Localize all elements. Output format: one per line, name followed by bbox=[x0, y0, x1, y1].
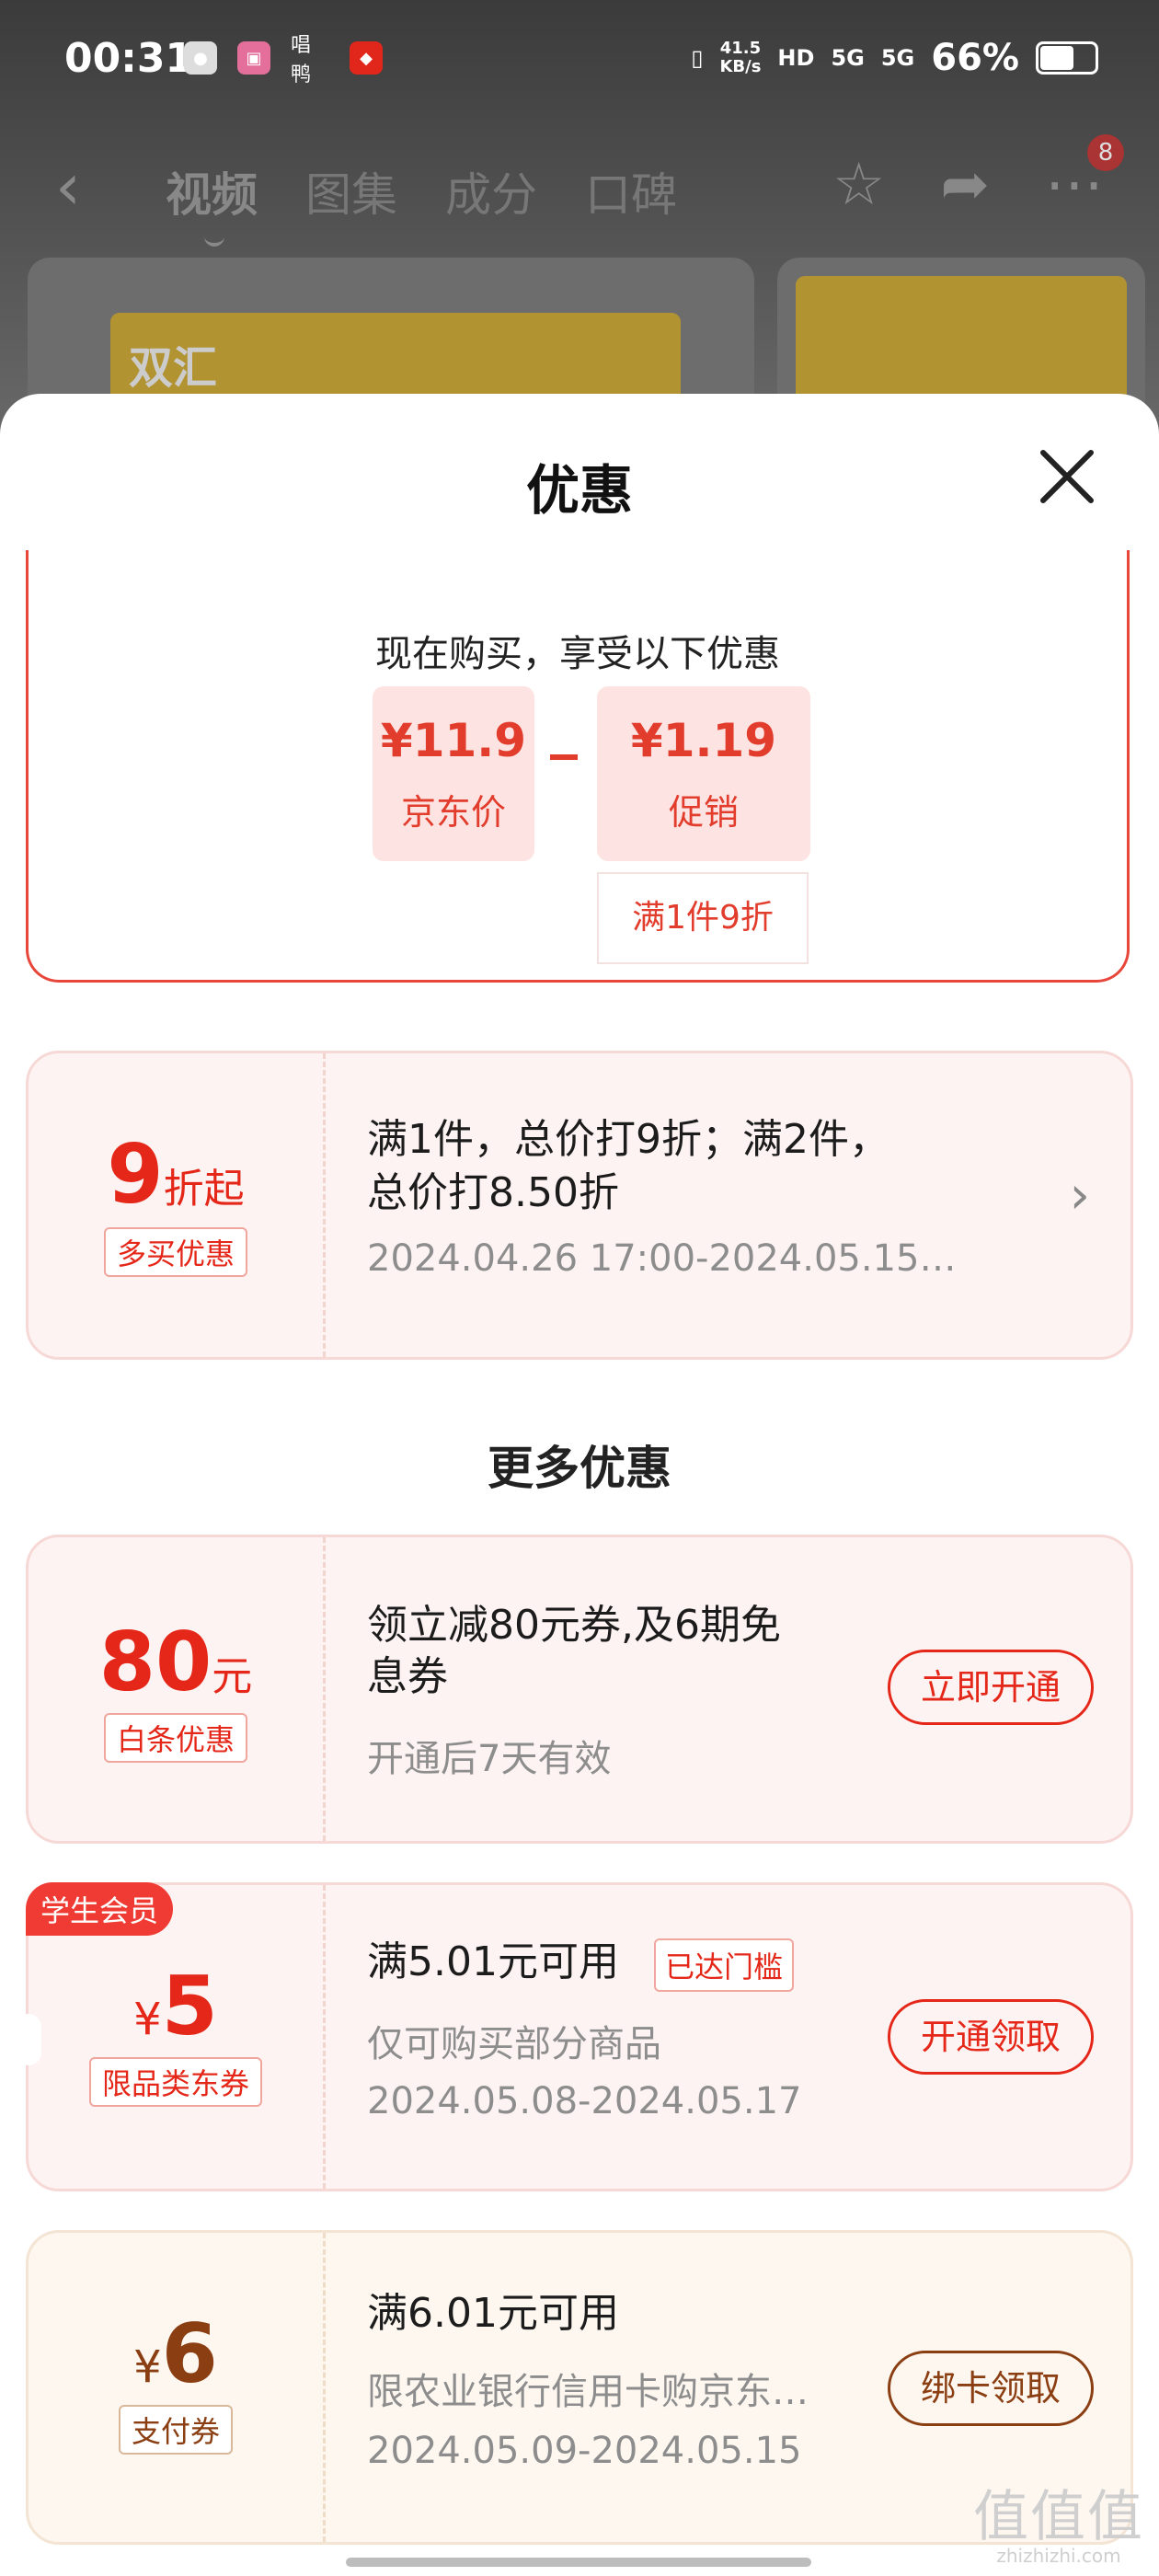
multi-buy-title-2: 总价打8.50折 bbox=[367, 1169, 619, 1216]
bilibili-icon: ▣ bbox=[237, 41, 270, 75]
hd-icon: HD bbox=[777, 45, 815, 71]
open-now-button[interactable]: 立即开通 bbox=[888, 1650, 1094, 1725]
coupon-title-1: 领立减80元券,及6期免 bbox=[367, 1602, 781, 1649]
star-icon[interactable]: ☆ bbox=[832, 153, 885, 217]
coupon-tag: 限品类东券 bbox=[88, 2057, 262, 2107]
watermark-logo: 值值值 bbox=[973, 2485, 1144, 2549]
net-speed: 41.5 KB/s bbox=[719, 40, 761, 76]
wechat-icon: ● bbox=[184, 41, 217, 75]
coupon-divider bbox=[323, 2233, 326, 2542]
brand-text: 双汇 bbox=[129, 342, 218, 394]
current-price-box: 现在购买，享受以下优惠 ¥11.9 京东价 ¥1.19 促销 满1件9折 bbox=[26, 550, 1130, 983]
share-icon[interactable]: ➦ bbox=[940, 153, 990, 217]
coupon-value: 5 bbox=[161, 1959, 218, 2053]
chevron-right-icon[interactable]: › bbox=[1070, 1166, 1090, 1225]
notification-icons: ● ▣ 唱鸭 ◆ bbox=[184, 34, 383, 86]
coupon-currency: ¥ bbox=[133, 1994, 162, 2045]
baitiao-coupon: 80元 白条优惠 领立减80元券,及6期免 息券 开通后7天有效 立即开通 bbox=[26, 1535, 1133, 1844]
jd-price-card: ¥11.9 京东价 bbox=[373, 686, 534, 861]
nav-tab-0[interactable]: 视频 bbox=[166, 158, 258, 247]
discount-suffix: 折起 bbox=[163, 1166, 245, 1213]
payment-coupon: ¥6 支付券 满6.01元可用 限农业银行信用卡购京东… 2024.05.09-… bbox=[26, 2230, 1133, 2545]
battery-fill bbox=[1040, 46, 1073, 70]
home-indicator[interactable] bbox=[346, 2558, 811, 2567]
watermark-url: zhizhizhi.com bbox=[996, 2545, 1121, 2567]
coupon-title-2: 息券 bbox=[367, 1653, 448, 1700]
message-badge: 8 bbox=[1087, 134, 1124, 171]
coupon-divider bbox=[323, 1537, 326, 1841]
more-discounts-title: 更多优惠 bbox=[488, 1442, 671, 1495]
jd-price-label: 京东价 bbox=[400, 792, 506, 833]
net-speed-value: 41.5 bbox=[719, 39, 762, 58]
discount-value: 9 bbox=[107, 1127, 164, 1222]
product-nav-bar: ‹ 视频 图集 成分 口碑 ☆ ➦ ⋯ 8 bbox=[0, 134, 1159, 247]
multi-buy-coupon[interactable]: 9折起 多买优惠 满1件，总价打9折；满2件， 总价打8.50折 2024.04… bbox=[26, 1051, 1133, 1360]
minus-sign bbox=[550, 754, 578, 760]
watermark: 值值值 zhizhizhi.com bbox=[973, 2490, 1144, 2567]
bind-card-claim-button[interactable]: 绑卡领取 bbox=[888, 2351, 1094, 2426]
close-icon[interactable] bbox=[1030, 440, 1104, 513]
coupon-left: 9折起 多买优惠 bbox=[29, 1053, 323, 1357]
promo-amount: ¥1.19 bbox=[630, 714, 777, 767]
nav-tabs: 视频 图集 成分 口碑 bbox=[166, 158, 677, 247]
coupon-sub: 仅可购买部分商品 bbox=[367, 2023, 661, 2065]
status-indicators: ▯ 41.5 KB/s HD 5G 5G 66% bbox=[691, 37, 1098, 79]
coupon-left: ¥5 限品类东券 bbox=[29, 1885, 323, 2189]
coupon-title: 满5.01元可用 bbox=[367, 1938, 619, 1985]
coupon-left: 80元 白条优惠 bbox=[29, 1537, 323, 1841]
coupon-title: 满6.01元可用 bbox=[367, 2290, 619, 2337]
coupon-currency: ¥ bbox=[133, 2341, 162, 2393]
coupon-value: 80 bbox=[98, 1615, 212, 1709]
nav-tab-2[interactable]: 成分 bbox=[445, 158, 537, 224]
coupon-tag: 支付券 bbox=[118, 2405, 233, 2455]
coupon-period: 2024.05.08-2024.05.17 bbox=[367, 2080, 802, 2122]
coupon-tag: 白条优惠 bbox=[103, 1713, 247, 1763]
net-speed-unit: KB/s bbox=[719, 57, 762, 76]
promo-card: ¥1.19 促销 bbox=[597, 686, 810, 861]
coupon-left: ¥6 支付券 bbox=[29, 2233, 323, 2542]
battery-percent: 66% bbox=[931, 37, 1019, 79]
open-claim-button[interactable]: 开通领取 bbox=[888, 1999, 1094, 2075]
status-time: 00:31 bbox=[64, 35, 194, 82]
coupon-period: 2024.05.09-2024.05.15 bbox=[367, 2430, 802, 2472]
promo-condition: 满1件9折 bbox=[597, 872, 809, 964]
now-buy-title: 现在购买，享受以下优惠 bbox=[375, 633, 780, 675]
nav-tab-1[interactable]: 图集 bbox=[305, 158, 397, 224]
threshold-reached-tag: 已达门槛 bbox=[654, 1938, 795, 1992]
coupon-sub: 开通后7天有效 bbox=[367, 1738, 612, 1780]
signal-icon-2: 5G bbox=[880, 45, 915, 71]
coupon-value: 6 bbox=[161, 2306, 218, 2401]
student-coupon: 学生会员 ¥5 限品类东券 满5.01元可用 已达门槛 仅可购买部分商品 202… bbox=[16, 1882, 1133, 2191]
promo-label: 促销 bbox=[668, 792, 739, 833]
coupon-divider bbox=[323, 1885, 326, 2189]
sheet-title: 优惠 bbox=[525, 459, 633, 522]
coupon-unit: 元 bbox=[212, 1653, 253, 1700]
multi-buy-period: 2024.04.26 17:00-2024.05.15… bbox=[367, 1237, 957, 1280]
nav-actions: ☆ ➦ ⋯ bbox=[832, 153, 1104, 217]
coupon-divider bbox=[323, 1053, 326, 1357]
jd-icon: ◆ bbox=[350, 41, 383, 75]
nav-tab-3[interactable]: 口碑 bbox=[585, 158, 677, 224]
vibrate-icon: ▯ bbox=[691, 45, 704, 71]
app-label-icon: 唱鸭 bbox=[291, 34, 312, 86]
multi-buy-title-1: 满1件，总价打9折；满2件， bbox=[367, 1116, 889, 1163]
jd-price-amount: ¥11.9 bbox=[380, 714, 527, 767]
signal-icon-1: 5G bbox=[831, 45, 865, 71]
multi-buy-tag: 多买优惠 bbox=[103, 1227, 247, 1277]
battery-icon bbox=[1036, 41, 1098, 75]
background-page: 00:31 ● ▣ 唱鸭 ◆ ▯ 41.5 KB/s HD 5G 5G 66% … bbox=[0, 0, 1159, 497]
status-bar: 00:31 ● ▣ 唱鸭 ◆ ▯ 41.5 KB/s HD 5G 5G 66% bbox=[0, 0, 1159, 120]
coupon-sub: 限农业银行信用卡购京东… bbox=[367, 2371, 809, 2413]
back-arrow-icon[interactable]: ‹ bbox=[55, 155, 81, 219]
discount-sheet: 优惠 现在购买，享受以下优惠 ¥11.9 京东价 ¥1.19 促销 满1件9折 … bbox=[0, 394, 1159, 2576]
